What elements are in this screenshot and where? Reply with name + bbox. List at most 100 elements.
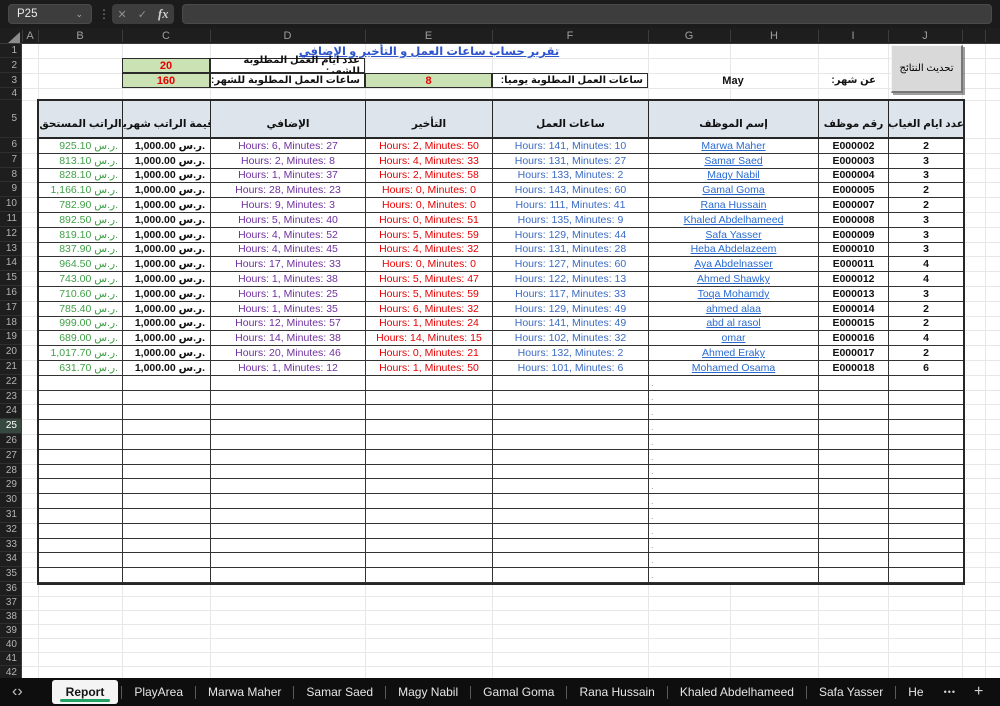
cell-empty[interactable] [819, 450, 889, 465]
cell-empty[interactable] [819, 509, 889, 524]
cell-empty[interactable] [819, 539, 889, 554]
cell-salary-due[interactable]: 964.50 ر.س. [39, 257, 123, 272]
cell-delay[interactable]: Hours: 4, Minutes: 32 [366, 243, 493, 258]
cell-delay[interactable]: Hours: 1, Minutes: 50 [366, 361, 493, 376]
sheet-tab-he[interactable]: He [896, 678, 935, 706]
cell-empty[interactable] [493, 479, 649, 494]
cell-empty[interactable] [211, 450, 366, 465]
cell-empty[interactable] [123, 494, 211, 509]
cell-empty[interactable] [39, 376, 123, 391]
month-hours-value-cell[interactable]: 160 [122, 73, 210, 88]
cell-delay[interactable]: Hours: 2, Minutes: 58 [366, 169, 493, 184]
cell-overtime[interactable]: Hours: 12, Minutes: 57 [211, 317, 366, 332]
employee-link[interactable]: Rana Hussain [701, 199, 767, 211]
cell-employee-id[interactable]: E000002 [819, 139, 889, 154]
cell-empty[interactable] [889, 391, 963, 406]
row-header-4[interactable]: 4 [0, 88, 21, 100]
row-header-10[interactable]: 10 [0, 197, 21, 212]
cell-empty[interactable] [819, 376, 889, 391]
row-header-17[interactable]: 17 [0, 301, 21, 316]
cell-absence-days[interactable]: 2 [889, 346, 963, 361]
cell-empty[interactable] [819, 391, 889, 406]
cell-work-hours[interactable]: Hours: 111, Minutes: 41 [493, 198, 649, 213]
cell-delay[interactable]: Hours: 0, Minutes: 0 [366, 257, 493, 272]
cell-empty[interactable] [889, 465, 963, 480]
cell-work-hours[interactable]: Hours: 102, Minutes: 32 [493, 331, 649, 346]
cell-salary-due[interactable]: 785.40 ر.س. [39, 302, 123, 317]
cell-absence-days[interactable]: 3 [889, 228, 963, 243]
column-header-D[interactable]: D [210, 28, 365, 44]
cell-delay[interactable]: Hours: 0, Minutes: 0 [366, 198, 493, 213]
cell-employee-name[interactable]: Safa Yasser [649, 228, 819, 243]
row-header-35[interactable]: 35 [0, 567, 21, 582]
cell-empty[interactable] [366, 568, 493, 583]
cell-salary-monthly[interactable]: 1,000.00 ر.س. [123, 183, 211, 198]
cell-employee-id[interactable]: E000005 [819, 183, 889, 198]
sheet-tab-report[interactable]: Report [52, 680, 119, 704]
cell-empty[interactable] [366, 524, 493, 539]
column-header-E[interactable]: E [365, 28, 492, 44]
name-box[interactable]: P25 ⌄ [8, 4, 92, 24]
cell-empty[interactable] [366, 376, 493, 391]
row-header-9[interactable]: 9 [0, 182, 21, 197]
row-header-12[interactable]: 12 [0, 227, 21, 242]
row-header-13[interactable]: 13 [0, 242, 21, 257]
cell-overtime[interactable]: Hours: 1, Minutes: 12 [211, 361, 366, 376]
cell-empty[interactable] [366, 435, 493, 450]
cell-empty[interactable] [366, 539, 493, 554]
cell-salary-monthly[interactable]: 1,000.00 ر.س. [123, 331, 211, 346]
cell-employee-id[interactable]: E000014 [819, 302, 889, 317]
cell-employee-name[interactable]: omar [649, 331, 819, 346]
cell-empty[interactable] [123, 420, 211, 435]
cell-employee-name[interactable]: ahmed alaa [649, 302, 819, 317]
cell-empty[interactable] [39, 420, 123, 435]
cell-absence-days[interactable]: 2 [889, 317, 963, 332]
cell-empty[interactable] [39, 450, 123, 465]
cell-delay[interactable]: Hours: 5, Minutes: 59 [366, 287, 493, 302]
cell-employee-name[interactable]: abd al rasol [649, 317, 819, 332]
cell-empty[interactable] [39, 494, 123, 509]
cell-employee-id[interactable]: E000003 [819, 154, 889, 169]
cell-empty[interactable] [819, 568, 889, 583]
cell-absence-days[interactable]: 4 [889, 272, 963, 287]
cell-employee-name[interactable]: Toqa Mohamdy [649, 287, 819, 302]
cell-empty[interactable] [211, 509, 366, 524]
cell-empty[interactable] [493, 450, 649, 465]
column-header-C[interactable]: C [122, 28, 210, 44]
cell-salary-monthly[interactable]: 1,000.00 ر.س. [123, 169, 211, 184]
cell-empty[interactable] [493, 391, 649, 406]
cell-empty[interactable] [493, 524, 649, 539]
tabbar-menu-icon[interactable]: ⋮ [995, 684, 1000, 700]
cell-empty[interactable] [211, 391, 366, 406]
cell-salary-monthly[interactable]: 1,000.00 ر.س. [123, 154, 211, 169]
cell-absence-days[interactable]: 3 [889, 154, 963, 169]
cell-delay[interactable]: Hours: 4, Minutes: 33 [366, 154, 493, 169]
cell-empty[interactable] [493, 420, 649, 435]
cell-absence-days[interactable]: 4 [889, 257, 963, 272]
cell-overtime[interactable]: Hours: 1, Minutes: 35 [211, 302, 366, 317]
cell-salary-monthly[interactable]: 1,000.00 ر.س. [123, 272, 211, 287]
cell-empty[interactable] [493, 494, 649, 509]
cell-empty[interactable] [493, 553, 649, 568]
cell-overtime[interactable]: Hours: 9, Minutes: 3 [211, 198, 366, 213]
row-header-40[interactable]: 40 [0, 638, 21, 652]
cell-work-hours[interactable]: Hours: 133, Minutes: 2 [493, 169, 649, 184]
cell-employee-id[interactable]: E000007 [819, 198, 889, 213]
sheet-tab-samar-saed[interactable]: Samar Saed [294, 678, 385, 706]
table-header-salary-due[interactable]: الراتب المستحق [39, 101, 123, 139]
cell-salary-monthly[interactable]: 1,000.00 ر.س. [123, 139, 211, 154]
add-sheet-icon[interactable]: + [974, 683, 983, 701]
table-header-work-hours[interactable]: ساعات العمل [493, 101, 649, 139]
cell-salary-due[interactable]: 813.10 ر.س. [39, 154, 123, 169]
cell-salary-due[interactable]: 631.70 ر.س. [39, 361, 123, 376]
cell-empty[interactable] [123, 539, 211, 554]
cell-salary-due[interactable]: 1,017.70 ر.س. [39, 346, 123, 361]
cell-empty[interactable] [889, 405, 963, 420]
cell-empty[interactable] [493, 568, 649, 583]
cell-empty[interactable] [889, 553, 963, 568]
month-hours-label-cell[interactable]: ساعات العمل المطلوبة للشهر: [210, 73, 365, 88]
confirm-icon[interactable]: ✓ [138, 8, 147, 21]
row-header-20[interactable]: 20 [0, 345, 21, 360]
cell-overtime[interactable]: Hours: 1, Minutes: 25 [211, 287, 366, 302]
cell-empty[interactable] [493, 465, 649, 480]
